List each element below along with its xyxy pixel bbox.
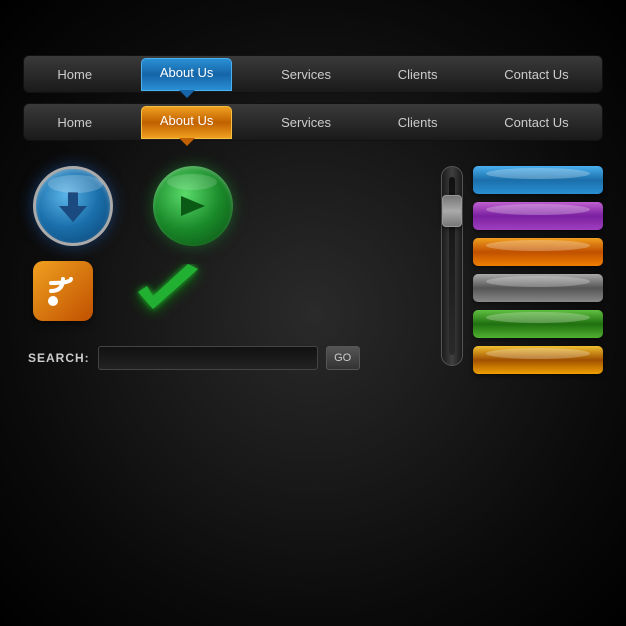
- icons-area: SEARCH: GO: [23, 166, 421, 374]
- nav-about-2[interactable]: About Us: [141, 106, 232, 139]
- color-button-green[interactable]: [473, 310, 603, 338]
- check-svg: [133, 264, 203, 319]
- nav-home-1[interactable]: Home: [39, 61, 110, 88]
- color-button-blue[interactable]: [473, 166, 603, 194]
- rss-symbol: [45, 273, 81, 309]
- search-area: SEARCH: GO: [23, 346, 421, 370]
- nav-about-1[interactable]: About Us: [141, 58, 232, 91]
- nav-contact-1[interactable]: Contact Us: [486, 61, 586, 88]
- slider-thumb[interactable]: [442, 195, 462, 227]
- nav-bar-1: Home About Us Services Clients Contact U…: [23, 55, 603, 93]
- color-buttons-panel: [473, 166, 603, 374]
- download-icon: [55, 188, 91, 224]
- color-button-silver[interactable]: [473, 274, 603, 302]
- download-button[interactable]: [33, 166, 113, 246]
- vertical-slider[interactable]: [441, 166, 463, 366]
- nav-services-2[interactable]: Services: [263, 109, 349, 136]
- search-label: SEARCH:: [28, 351, 90, 365]
- nav-home-2[interactable]: Home: [39, 109, 110, 136]
- checkmark-icon: [133, 264, 203, 319]
- icon-row-2: [23, 261, 421, 321]
- icon-row-1: [23, 166, 421, 246]
- nav-bar-2: Home About Us Services Clients Contact U…: [23, 103, 603, 141]
- nav-contact-2[interactable]: Contact Us: [486, 109, 586, 136]
- content-area: SEARCH: GO: [23, 166, 603, 374]
- color-button-orange[interactable]: [473, 238, 603, 266]
- go-button[interactable]: GO: [326, 346, 360, 370]
- rss-button[interactable]: [33, 261, 93, 321]
- color-button-purple[interactable]: [473, 202, 603, 230]
- arrow-right-icon: [175, 188, 211, 224]
- slider-track: [449, 177, 455, 355]
- search-input[interactable]: [98, 346, 318, 370]
- next-button[interactable]: [153, 166, 233, 246]
- nav-clients-1[interactable]: Clients: [380, 61, 456, 88]
- color-button-gold[interactable]: [473, 346, 603, 374]
- nav-services-1[interactable]: Services: [263, 61, 349, 88]
- right-panel: [441, 166, 603, 374]
- nav-clients-2[interactable]: Clients: [380, 109, 456, 136]
